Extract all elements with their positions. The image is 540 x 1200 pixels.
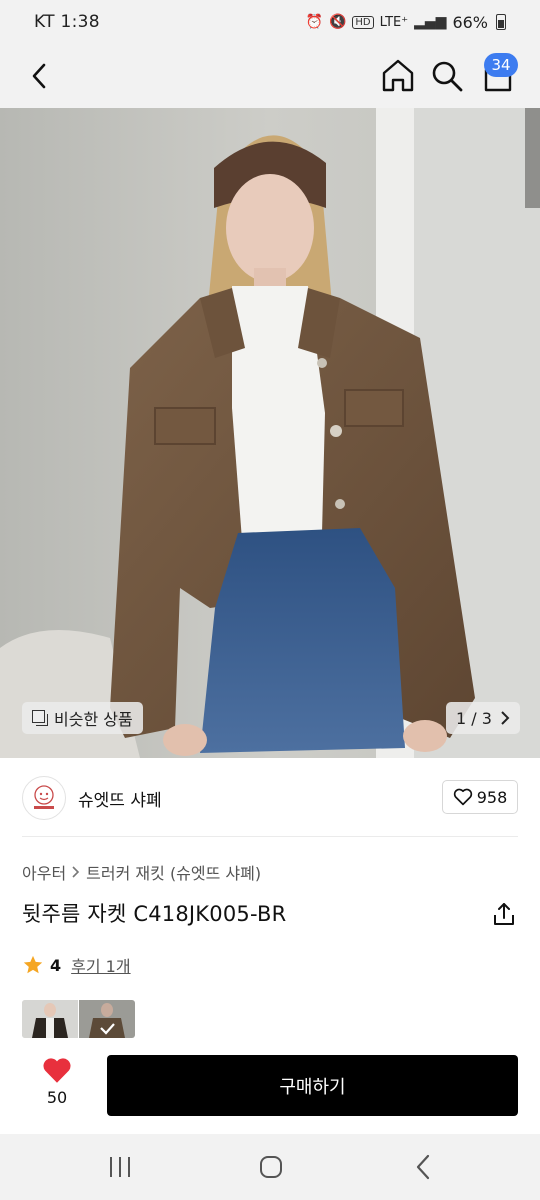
star-icon (23, 955, 43, 974)
home-circle-icon (260, 1156, 282, 1178)
brand-like-count: 958 (476, 787, 508, 807)
thumbnail-image (79, 1000, 135, 1038)
bottom-action-bar: 50 구매하기 (0, 1038, 540, 1134)
network-label: LTE⁺ (379, 14, 409, 30)
back-nav-button[interactable] (408, 1152, 440, 1182)
mute-icon: 🔇 (328, 14, 347, 30)
back-icon (32, 63, 46, 89)
rating-value: 4 (50, 955, 62, 975)
thumbnail-image (22, 1000, 78, 1038)
review-link[interactable]: 후기 1개 (71, 953, 130, 977)
similar-icon (32, 710, 48, 726)
chevron-right-icon (72, 866, 80, 878)
alarm-icon: ⏰ (305, 14, 323, 30)
share-button[interactable] (490, 900, 518, 928)
brand-like-button[interactable]: 958 (442, 780, 518, 814)
carrier-time: KT 1:38 (34, 12, 100, 32)
option-thumbnails[interactable] (22, 1000, 135, 1038)
brand-row: 슈엣뜨 샤폐 958 (22, 774, 518, 822)
buy-button[interactable]: 구매하기 (107, 1055, 518, 1116)
product-photo (0, 108, 540, 758)
cart-count-badge: 34 (484, 53, 518, 77)
back-nav-icon (416, 1154, 430, 1180)
brand-logo-image (34, 785, 54, 809)
thumbnail-1[interactable] (22, 1000, 78, 1038)
brand-logo[interactable] (22, 776, 66, 820)
home-button[interactable] (378, 56, 418, 96)
home-nav-button[interactable] (255, 1152, 287, 1182)
recent-apps-icon (110, 1157, 130, 1177)
home-icon (382, 59, 414, 92)
pager-label: 1 / 3 (456, 708, 492, 728)
signal-icon: ▂▄▆ (414, 14, 447, 30)
status-bar: KT 1:38 ⏰ 🔇 HD LTE⁺ ▂▄▆ 66% (0, 0, 540, 44)
wishlist-count: 50 (46, 1088, 68, 1107)
breadcrumb-category[interactable]: 아우터 (22, 860, 66, 884)
search-icon (432, 61, 463, 92)
product-title: 뒷주름 자켓 C418JK005-BR (22, 902, 287, 926)
chevron-right-icon (501, 711, 510, 725)
breadcrumb: 아우터 트러커 재킷 (슈엣뜨 샤폐) (22, 860, 261, 884)
battery-icon (496, 14, 506, 30)
similar-products-button[interactable]: 비슷한 상품 (22, 702, 143, 734)
app-header (0, 44, 540, 108)
breadcrumb-subcategory[interactable]: 트러커 재킷 (슈엣뜨 샤폐) (86, 860, 261, 884)
image-pager[interactable]: 1 / 3 (446, 702, 520, 734)
search-button[interactable] (427, 56, 467, 96)
rating-row: 4 후기 1개 (22, 953, 131, 977)
status-icons: ⏰ 🔇 HD LTE⁺ ▂▄▆ 66% (306, 13, 506, 32)
recent-apps-button[interactable] (104, 1152, 136, 1182)
brand-name[interactable]: 슈엣뜨 샤폐 (78, 786, 162, 811)
product-image[interactable] (0, 108, 540, 758)
battery-percent: 66% (452, 12, 488, 32)
heart-outline-icon (453, 788, 472, 806)
hd-icon: HD (352, 15, 374, 29)
back-button[interactable] (24, 58, 58, 94)
similar-products-label: 비슷한 상품 (54, 710, 133, 729)
wishlist-button[interactable]: 50 (34, 1056, 80, 1118)
system-nav-bar (0, 1134, 540, 1200)
share-icon (494, 903, 514, 925)
thumbnail-2[interactable] (79, 1000, 135, 1038)
heart-icon (43, 1058, 71, 1083)
divider (22, 836, 518, 837)
